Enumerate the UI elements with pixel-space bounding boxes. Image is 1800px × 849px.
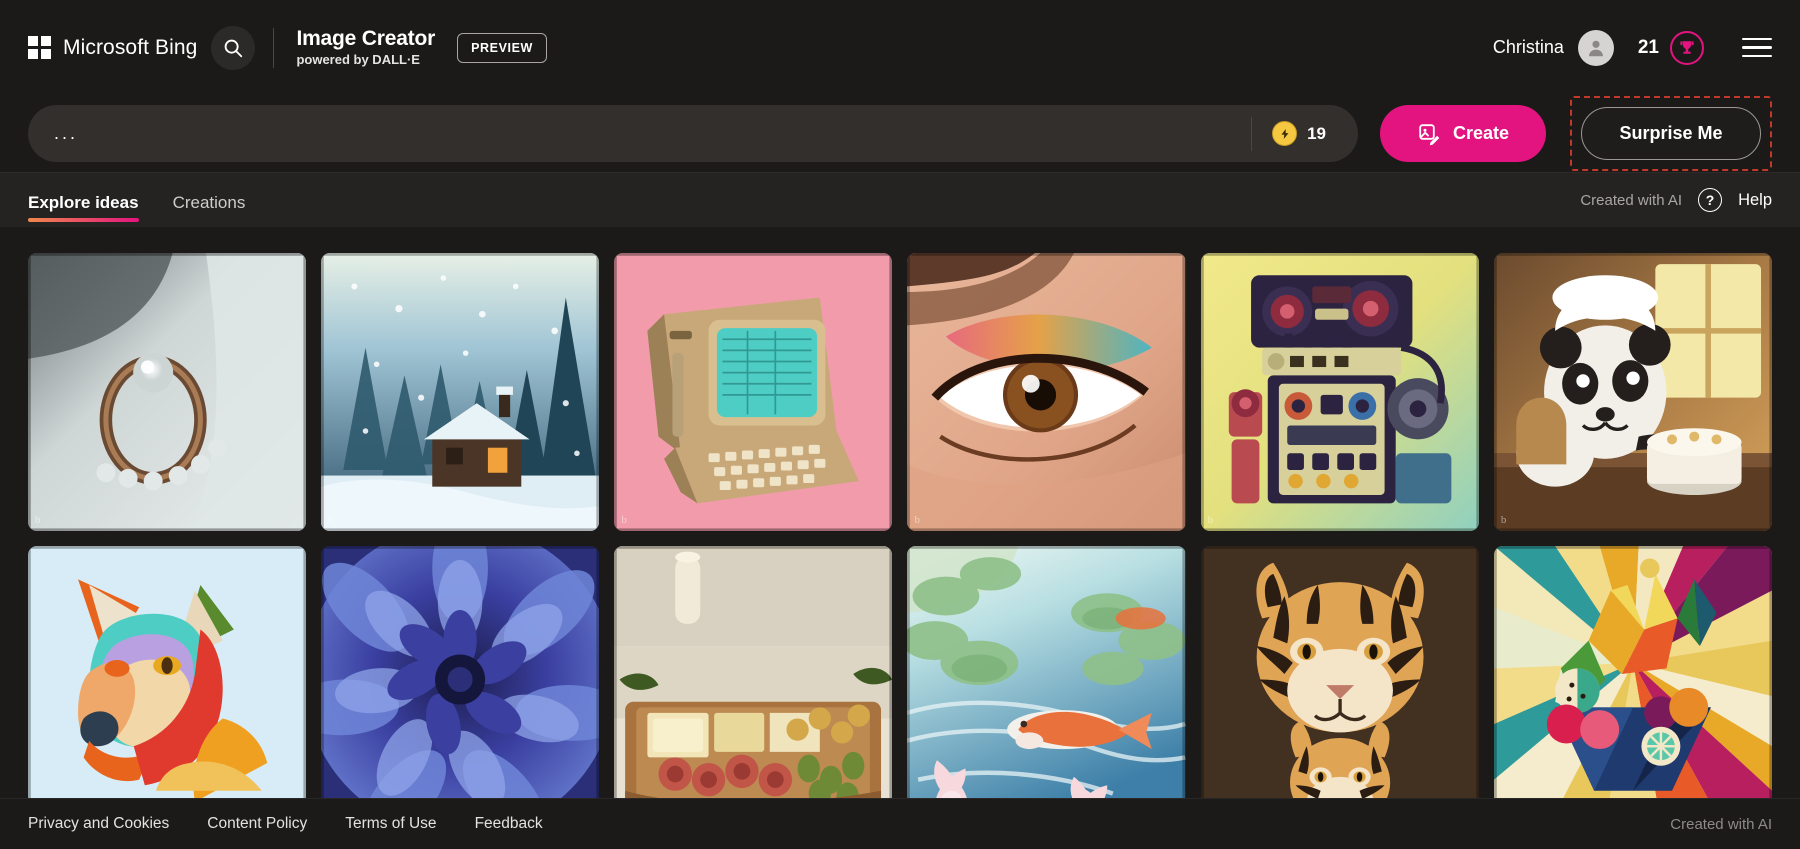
tile-artwork — [28, 253, 307, 532]
footer-link-content-policy[interactable]: Content Policy — [207, 815, 307, 833]
gallery-tile-paper-fox-portrait[interactable]: b — [28, 546, 307, 798]
rewards-points[interactable]: 21 — [1638, 37, 1659, 59]
app-subtitle: powered by DALL·E — [296, 52, 420, 68]
header-right-cluster: Christina 21 — [1493, 29, 1772, 66]
search-icon[interactable] — [211, 25, 256, 70]
hamburger-menu-icon[interactable] — [1742, 37, 1772, 58]
tile-artwork — [1200, 253, 1479, 532]
user-name-label[interactable]: Christina — [1493, 37, 1564, 58]
footer-link-feedback[interactable]: Feedback — [475, 815, 543, 833]
gallery-tile-blue-dahlia-flower[interactable]: b — [321, 546, 600, 798]
app-title-block: Image Creator powered by DALL·E — [296, 26, 436, 68]
tab-explore-ideas[interactable]: Explore ideas — [28, 173, 139, 227]
footer-link-privacy[interactable]: Privacy and Cookies — [28, 815, 169, 833]
surprise-me-button[interactable]: Surprise Me — [1581, 107, 1761, 160]
gallery-tile-boombox-robot[interactable]: b — [1200, 253, 1479, 532]
tile-artwork — [1493, 253, 1772, 532]
page-title: Image Creator — [296, 26, 436, 50]
gallery-tile-geometric-fruit-bowl[interactable]: b — [1493, 546, 1772, 798]
explore-ideas-gallery: b b b b b b — [0, 227, 1800, 798]
microsoft-logo-icon — [28, 36, 51, 59]
tabs-bar: Explore ideas Creations Created with AI … — [0, 172, 1800, 227]
footer-created-with-ai: Created with AI — [1670, 815, 1772, 833]
tab-creations[interactable]: Creations — [173, 173, 246, 227]
header-divider — [273, 27, 275, 68]
tile-artwork — [1493, 546, 1772, 798]
boost-count-label: 19 — [1307, 123, 1326, 143]
prompt-input[interactable] — [28, 123, 1252, 144]
gallery-tile-snowy-cabin-forest[interactable]: b — [321, 253, 600, 532]
tile-artwork — [614, 253, 893, 532]
prompt-bar: 19 Create Surprise Me — [0, 95, 1800, 172]
create-button[interactable]: Create — [1380, 105, 1546, 162]
image-edit-icon — [1419, 123, 1440, 145]
image-grid: b b b b b b — [28, 253, 1772, 798]
gallery-tile-charcuterie-board[interactable]: b — [614, 546, 893, 798]
gallery-tile-panda-chef-cake[interactable]: b — [1493, 253, 1772, 532]
gallery-tile-tiger-family-portrait[interactable]: b — [1200, 546, 1479, 798]
tile-artwork — [28, 546, 307, 798]
prompt-input-container[interactable]: 19 — [28, 105, 1358, 162]
tile-artwork — [907, 546, 1186, 798]
trophy-icon[interactable] — [1670, 30, 1704, 65]
brand-name-label: Microsoft Bing — [63, 35, 198, 59]
preview-badge[interactable]: PREVIEW — [457, 32, 547, 63]
tabs-right-cluster: Created with AI ? Help — [1580, 188, 1772, 212]
gallery-tile-koi-pond-watercolor[interactable]: b — [907, 546, 1186, 798]
created-with-ai-label: Created with AI — [1580, 191, 1683, 209]
tile-artwork — [614, 546, 893, 798]
footer-link-terms[interactable]: Terms of Use — [345, 815, 436, 833]
gallery-tile-retro-computer-pink[interactable]: b — [614, 253, 893, 532]
help-link[interactable]: Help — [1738, 191, 1772, 210]
lightning-bolt-coin-icon — [1272, 121, 1298, 146]
create-button-label: Create — [1452, 123, 1510, 143]
boost-counter[interactable]: 19 — [1251, 116, 1352, 151]
surprise-me-highlight: Surprise Me — [1570, 96, 1772, 171]
gallery-tile-eye-makeup-closeup[interactable]: b — [907, 253, 1186, 532]
bing-brand-link[interactable]: Microsoft Bing — [28, 36, 197, 60]
tile-artwork — [1200, 546, 1479, 798]
app-header: Microsoft Bing Image Creator powered by … — [0, 0, 1800, 95]
gallery-tile-pearl-ring-on-silk[interactable]: b — [28, 253, 307, 532]
page-footer: Privacy and Cookies Content Policy Terms… — [0, 798, 1800, 849]
question-circle-icon[interactable]: ? — [1698, 188, 1723, 212]
tab-list: Explore ideas Creations — [28, 173, 245, 227]
tile-artwork — [321, 546, 600, 798]
avatar[interactable] — [1577, 29, 1614, 66]
tile-artwork — [321, 253, 600, 532]
tile-artwork — [907, 253, 1186, 532]
